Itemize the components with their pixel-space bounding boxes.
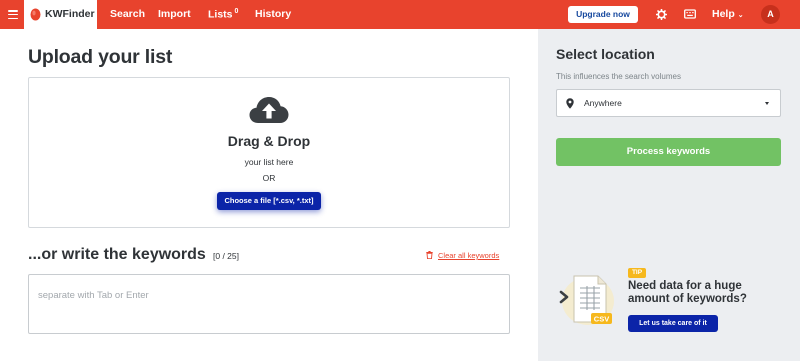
clear-keywords-link[interactable]: Clear all keywords <box>426 251 499 260</box>
or-separator: OR <box>262 173 276 183</box>
csv-file-label: CSV <box>594 315 609 324</box>
help-menu[interactable]: Help ⌄ <box>712 8 744 20</box>
keywords-input[interactable] <box>28 274 510 334</box>
nav-lists-label: Lists <box>208 8 233 21</box>
keyword-counter: [0 / 25] <box>213 251 239 261</box>
choose-file-button[interactable]: Choose a file [*.csv, *.txt] <box>217 192 321 210</box>
location-value: Anywhere <box>584 98 622 108</box>
dropdown-caret-icon <box>765 102 769 105</box>
keywords-title: ...or write the keywords <box>28 246 206 263</box>
upload-cloud-icon <box>249 97 289 123</box>
kwfinder-logo-icon <box>30 8 41 21</box>
take-care-button[interactable]: Let us take care of it <box>628 315 718 332</box>
nav-lists[interactable]: Lists 0 <box>208 8 238 21</box>
csv-file-icon: CSV <box>559 275 614 325</box>
location-subtitle: This influences the search volumes <box>556 72 681 81</box>
brand-logo[interactable]: KWFinder <box>24 0 97 29</box>
process-keywords-button[interactable]: Process keywords <box>556 138 781 166</box>
clear-keywords-label: Clear all keywords <box>438 251 500 260</box>
brand-name: KWFinder <box>45 8 95 20</box>
trash-icon <box>426 251 433 259</box>
settings-icon[interactable] <box>656 9 667 20</box>
tip-badge: TIP <box>628 268 646 278</box>
lists-count-badge: 0 <box>234 8 239 15</box>
menu-icon[interactable] <box>8 10 18 20</box>
tip-text: Need data for a huge amount of keywords? <box>628 280 747 305</box>
upgrade-button[interactable]: Upgrade now <box>568 6 638 23</box>
help-label: Help <box>712 8 735 20</box>
nav-history[interactable]: History <box>255 8 291 20</box>
chevron-down-icon: ⌄ <box>737 12 744 19</box>
nav-import[interactable]: Import <box>158 8 191 20</box>
keyboard-icon[interactable] <box>684 9 696 19</box>
avatar[interactable]: A <box>761 5 780 24</box>
drag-drop-title: Drag & Drop <box>227 133 311 149</box>
drag-drop-subtitle: your list here <box>244 157 294 167</box>
location-pin-icon <box>566 98 574 109</box>
location-title: Select location <box>556 46 655 62</box>
nav-search[interactable]: Search <box>110 8 145 20</box>
top-navigation-bar: KWFinder Search Import Lists 0 History Up… <box>0 0 800 29</box>
page-title: Upload your list <box>28 46 173 68</box>
location-select[interactable]: Anywhere <box>556 89 781 117</box>
